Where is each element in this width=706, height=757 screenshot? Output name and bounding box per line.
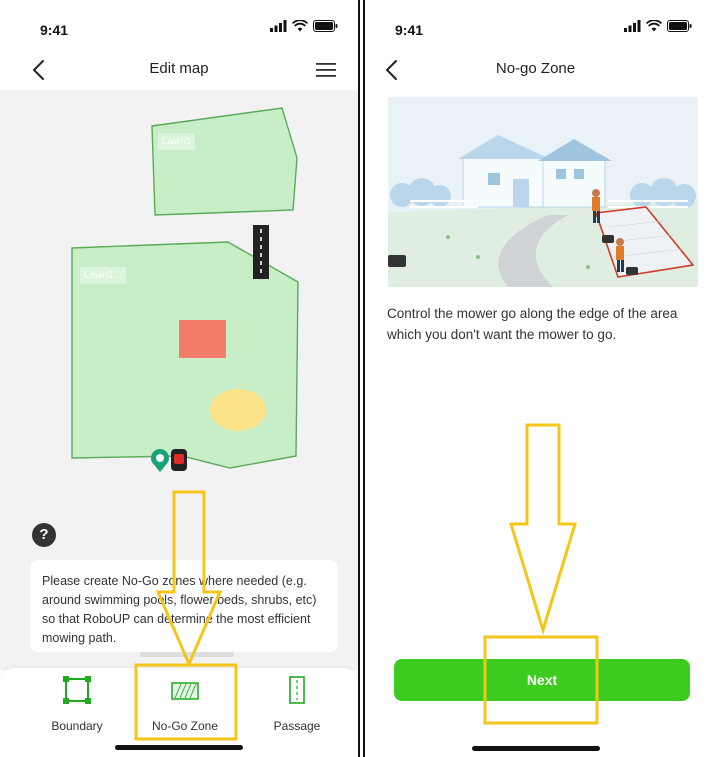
status-icons — [624, 20, 692, 32]
status-bar: 9:41 — [0, 0, 358, 44]
no-go-zone-oval — [210, 389, 266, 431]
help-button[interactable]: ? — [32, 523, 56, 547]
tab-boundary[interactable]: Boundary — [32, 674, 122, 733]
no-go-zone-square — [179, 320, 226, 358]
page-title: No-go Zone — [495, 60, 576, 77]
instruction-text: Control the mower go along the edge of t… — [387, 306, 678, 342]
cellular-signal-icon — [624, 20, 641, 32]
status-icons — [270, 20, 338, 32]
passage-road — [253, 225, 269, 279]
wifi-icon — [646, 20, 662, 32]
nav-bar: No-go Zone — [365, 52, 706, 88]
battery-icon — [667, 20, 692, 32]
battery-icon — [313, 20, 338, 32]
edit-map-screen: 9:41 Edit map Lawn1 Lawn1... ? Please cr… — [0, 0, 360, 757]
person-figure — [616, 238, 624, 272]
person-figure — [592, 189, 600, 223]
tab-no-go-zone[interactable]: No-Go Zone — [140, 674, 230, 733]
lawn-label: Lawn1 — [158, 133, 196, 150]
tool-tab-bar: Boundary No-Go Zone Passage — [0, 668, 358, 757]
robot-mower-icon — [171, 449, 187, 471]
boundary-icon — [63, 676, 91, 704]
status-bar: 9:41 — [365, 0, 706, 44]
status-time: 9:41 — [395, 22, 424, 38]
no-go-zone-icon — [171, 682, 199, 700]
cellular-signal-icon — [270, 20, 287, 32]
tip-card: Please create No-Go zones where needed (… — [30, 560, 338, 652]
lawn-label: Lawn1... — [80, 267, 126, 284]
page-title: Edit map — [149, 60, 209, 77]
home-indicator — [115, 745, 243, 750]
status-time: 9:41 — [40, 22, 69, 38]
drag-handle[interactable] — [140, 652, 234, 657]
menu-icon[interactable] — [314, 58, 338, 82]
next-button[interactable]: Next — [394, 659, 690, 701]
tip-text: Please create No-Go zones where needed (… — [42, 574, 317, 645]
no-go-zone-guide-screen: 9:41 No-go Zone Control the mower go alo… — [363, 0, 706, 757]
wifi-icon — [292, 20, 308, 32]
tab-passage[interactable]: Passage — [252, 674, 342, 733]
no-go-zone-illustration — [388, 97, 698, 287]
tab-label: Passage — [273, 719, 321, 733]
location-pin-icon — [151, 449, 169, 472]
tab-label: Boundary — [51, 719, 103, 733]
lawn-zone-top — [151, 107, 298, 216]
tab-label: No-Go Zone — [151, 719, 219, 733]
home-indicator — [471, 746, 600, 751]
nav-bar: Edit map — [0, 52, 358, 88]
passage-icon — [289, 676, 305, 704]
